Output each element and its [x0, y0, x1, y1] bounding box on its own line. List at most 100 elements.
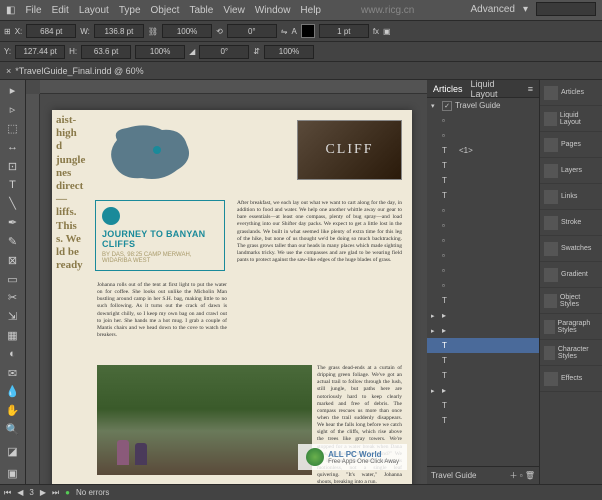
- panel-pages[interactable]: Pages: [540, 132, 602, 158]
- panel-menu-icon[interactable]: ≡: [528, 84, 533, 94]
- panel-liquid-layout[interactable]: Liquid Layout: [540, 106, 602, 132]
- h-field[interactable]: 63.6 pt: [81, 45, 131, 59]
- article-item[interactable]: T: [427, 338, 539, 353]
- panel-stroke[interactable]: Stroke: [540, 210, 602, 236]
- page-number[interactable]: 3: [29, 488, 33, 497]
- add-icon[interactable]: ＋: [510, 471, 518, 480]
- tab-liquid-layout[interactable]: Liquid Layout: [471, 79, 520, 99]
- gap-tool[interactable]: ↔: [2, 138, 24, 156]
- content-collector-tool[interactable]: ⊡: [2, 157, 24, 175]
- tab-close-icon[interactable]: ×: [6, 66, 11, 76]
- zoom-tool[interactable]: 🔍: [2, 421, 24, 439]
- panel-character-styles[interactable]: Character Styles: [540, 340, 602, 366]
- disclosure-icon[interactable]: ▸: [431, 312, 439, 320]
- menu-table[interactable]: Table: [189, 5, 213, 16]
- y-field[interactable]: 127.44 pt: [15, 45, 65, 59]
- pen-tool[interactable]: ✒: [2, 214, 24, 232]
- articles-list[interactable]: ▾ ✓ Travel Guide ▫▫T<1>TTT▫▫▫▫▫▫T▸▸▸▸TTT…: [427, 98, 539, 466]
- menu-window[interactable]: Window: [255, 5, 291, 16]
- flip-v-icon[interactable]: ⇵: [253, 47, 260, 56]
- article-item[interactable]: T: [427, 368, 539, 383]
- article-root[interactable]: ▾ ✓ Travel Guide: [427, 98, 539, 113]
- article-item[interactable]: ▫: [427, 248, 539, 263]
- article-item[interactable]: ▫: [427, 128, 539, 143]
- document-tab[interactable]: × *TravelGuide_Final.indd @ 60%: [0, 62, 602, 80]
- article-item[interactable]: ▫: [427, 203, 539, 218]
- search-input[interactable]: [536, 2, 596, 16]
- page-tool[interactable]: ⬚: [2, 120, 24, 138]
- rectangle-frame-tool[interactable]: ⊠: [2, 251, 24, 269]
- article-item[interactable]: ▫: [427, 233, 539, 248]
- article-item[interactable]: T: [427, 413, 539, 428]
- article-item[interactable]: T: [427, 293, 539, 308]
- rotate-field[interactable]: 0°: [227, 24, 277, 38]
- shear-field[interactable]: 0°: [199, 45, 249, 59]
- next-page-icon[interactable]: ▶: [40, 488, 46, 497]
- fill-swatch[interactable]: [301, 24, 315, 38]
- checkbox[interactable]: ✓: [442, 101, 452, 111]
- direct-selection-tool[interactable]: ▹: [2, 101, 24, 119]
- article-item[interactable]: ▸▸: [427, 308, 539, 323]
- scalex-field[interactable]: 100%: [162, 24, 212, 38]
- waterfall-photo[interactable]: [97, 365, 312, 475]
- note-tool[interactable]: ✉: [2, 364, 24, 382]
- new-icon[interactable]: ▫: [520, 471, 523, 480]
- article-item[interactable]: T: [427, 173, 539, 188]
- article-item[interactable]: ▫: [427, 113, 539, 128]
- first-page-icon[interactable]: ⏮: [4, 488, 11, 498]
- free-transform-tool[interactable]: ⇲: [2, 308, 24, 326]
- menu-edit[interactable]: Edit: [52, 5, 69, 16]
- disclosure-icon[interactable]: ▸: [431, 387, 439, 395]
- scissors-tool[interactable]: ✂: [2, 289, 24, 307]
- article-item[interactable]: T: [427, 188, 539, 203]
- preflight-status-icon[interactable]: ●: [65, 488, 70, 497]
- panel-swatches[interactable]: Swatches: [540, 236, 602, 262]
- article-item[interactable]: ▫: [427, 263, 539, 278]
- prev-page-icon[interactable]: ◀: [17, 488, 23, 497]
- menu-layout[interactable]: Layout: [79, 5, 109, 16]
- wrap-icon[interactable]: ▣: [383, 27, 391, 36]
- x-field[interactable]: 684 pt: [26, 24, 76, 38]
- article-item[interactable]: ▫: [427, 278, 539, 293]
- selection-tool[interactable]: ▸: [2, 82, 24, 100]
- gradient-feather-tool[interactable]: ◐: [2, 345, 24, 363]
- flip-h-icon[interactable]: ⇋: [281, 27, 288, 36]
- scaley-field[interactable]: 100%: [135, 45, 185, 59]
- map-graphic[interactable]: [97, 120, 207, 190]
- panel-paragraph-styles[interactable]: Paragraph Styles: [540, 314, 602, 340]
- disclosure-icon[interactable]: ▾: [431, 102, 439, 110]
- panel-articles[interactable]: Articles: [540, 80, 602, 106]
- article-item[interactable]: ▫: [427, 218, 539, 233]
- body-text-col2[interactable]: After breakfast, we each lay out what we…: [237, 200, 402, 264]
- menu-file[interactable]: File: [25, 5, 41, 16]
- panel-object-styles[interactable]: Object Styles: [540, 288, 602, 314]
- tab-articles[interactable]: Articles: [433, 84, 463, 94]
- zoom-field[interactable]: 100%: [264, 45, 314, 59]
- eyedropper-tool[interactable]: 💧: [2, 383, 24, 401]
- article-item[interactable]: T<1>: [427, 143, 539, 158]
- hand-tool[interactable]: ✋: [2, 402, 24, 420]
- menu-help[interactable]: Help: [300, 5, 321, 16]
- article-item[interactable]: T: [427, 158, 539, 173]
- link-icon[interactable]: ⛓: [148, 27, 158, 36]
- disclosure-icon[interactable]: ▸: [431, 327, 439, 335]
- stroke-weight[interactable]: 1 pt: [319, 24, 369, 38]
- w-field[interactable]: 136.8 pt: [94, 24, 144, 38]
- article-item[interactable]: T: [427, 398, 539, 413]
- panel-links[interactable]: Links: [540, 184, 602, 210]
- panel-effects[interactable]: Effects: [540, 366, 602, 392]
- last-page-icon[interactable]: ⏭: [52, 488, 59, 498]
- canvas[interactable]: aist-high d jungle nes direct— liffs. Th…: [26, 80, 427, 484]
- panel-gradient[interactable]: Gradient: [540, 262, 602, 288]
- body-text-col1[interactable]: Johanna rolls out of the tent at first l…: [97, 282, 227, 339]
- article-item[interactable]: T: [427, 353, 539, 368]
- vertical-ruler[interactable]: [26, 94, 40, 484]
- menu-type[interactable]: Type: [119, 5, 141, 16]
- article-item[interactable]: ▸▸: [427, 323, 539, 338]
- horizontal-ruler[interactable]: [40, 80, 427, 94]
- view-mode[interactable]: ▣: [2, 464, 24, 482]
- document-page[interactable]: aist-high d jungle nes direct— liffs. Th…: [52, 110, 412, 484]
- fx-icon[interactable]: fx: [373, 27, 379, 36]
- menu-object[interactable]: Object: [151, 5, 180, 16]
- cliff-photo[interactable]: [297, 120, 402, 180]
